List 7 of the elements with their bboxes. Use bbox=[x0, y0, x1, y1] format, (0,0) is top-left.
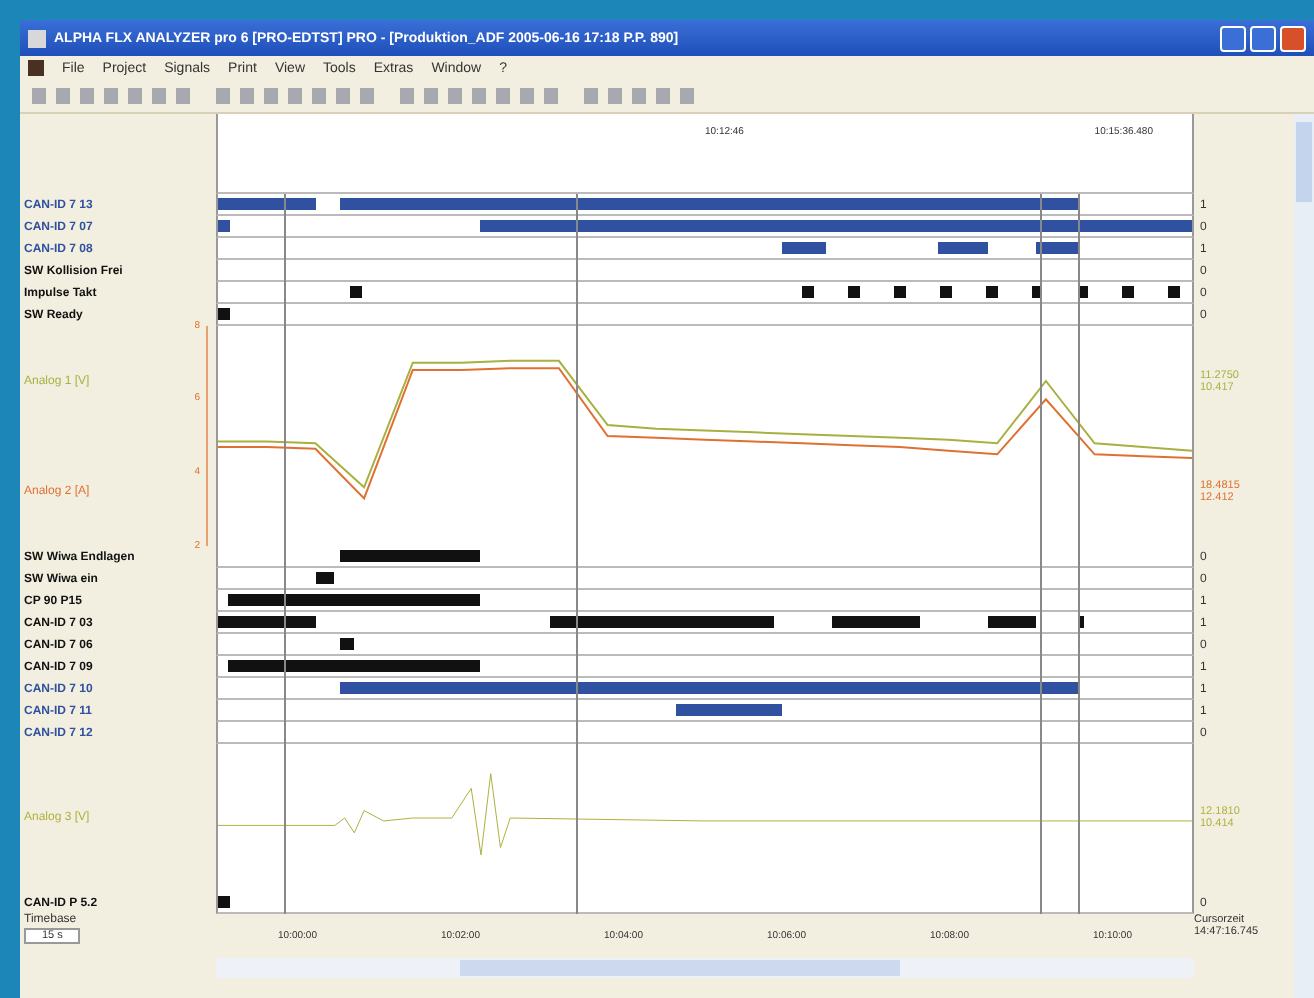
app-icon bbox=[28, 29, 46, 47]
scrollbar-thumb[interactable] bbox=[460, 960, 901, 976]
maximize-button[interactable] bbox=[1250, 25, 1276, 51]
minimize-button[interactable] bbox=[1220, 25, 1246, 51]
scrollbar-thumb[interactable] bbox=[1296, 122, 1312, 202]
document-icon bbox=[28, 60, 44, 76]
close-button[interactable] bbox=[1280, 25, 1306, 51]
